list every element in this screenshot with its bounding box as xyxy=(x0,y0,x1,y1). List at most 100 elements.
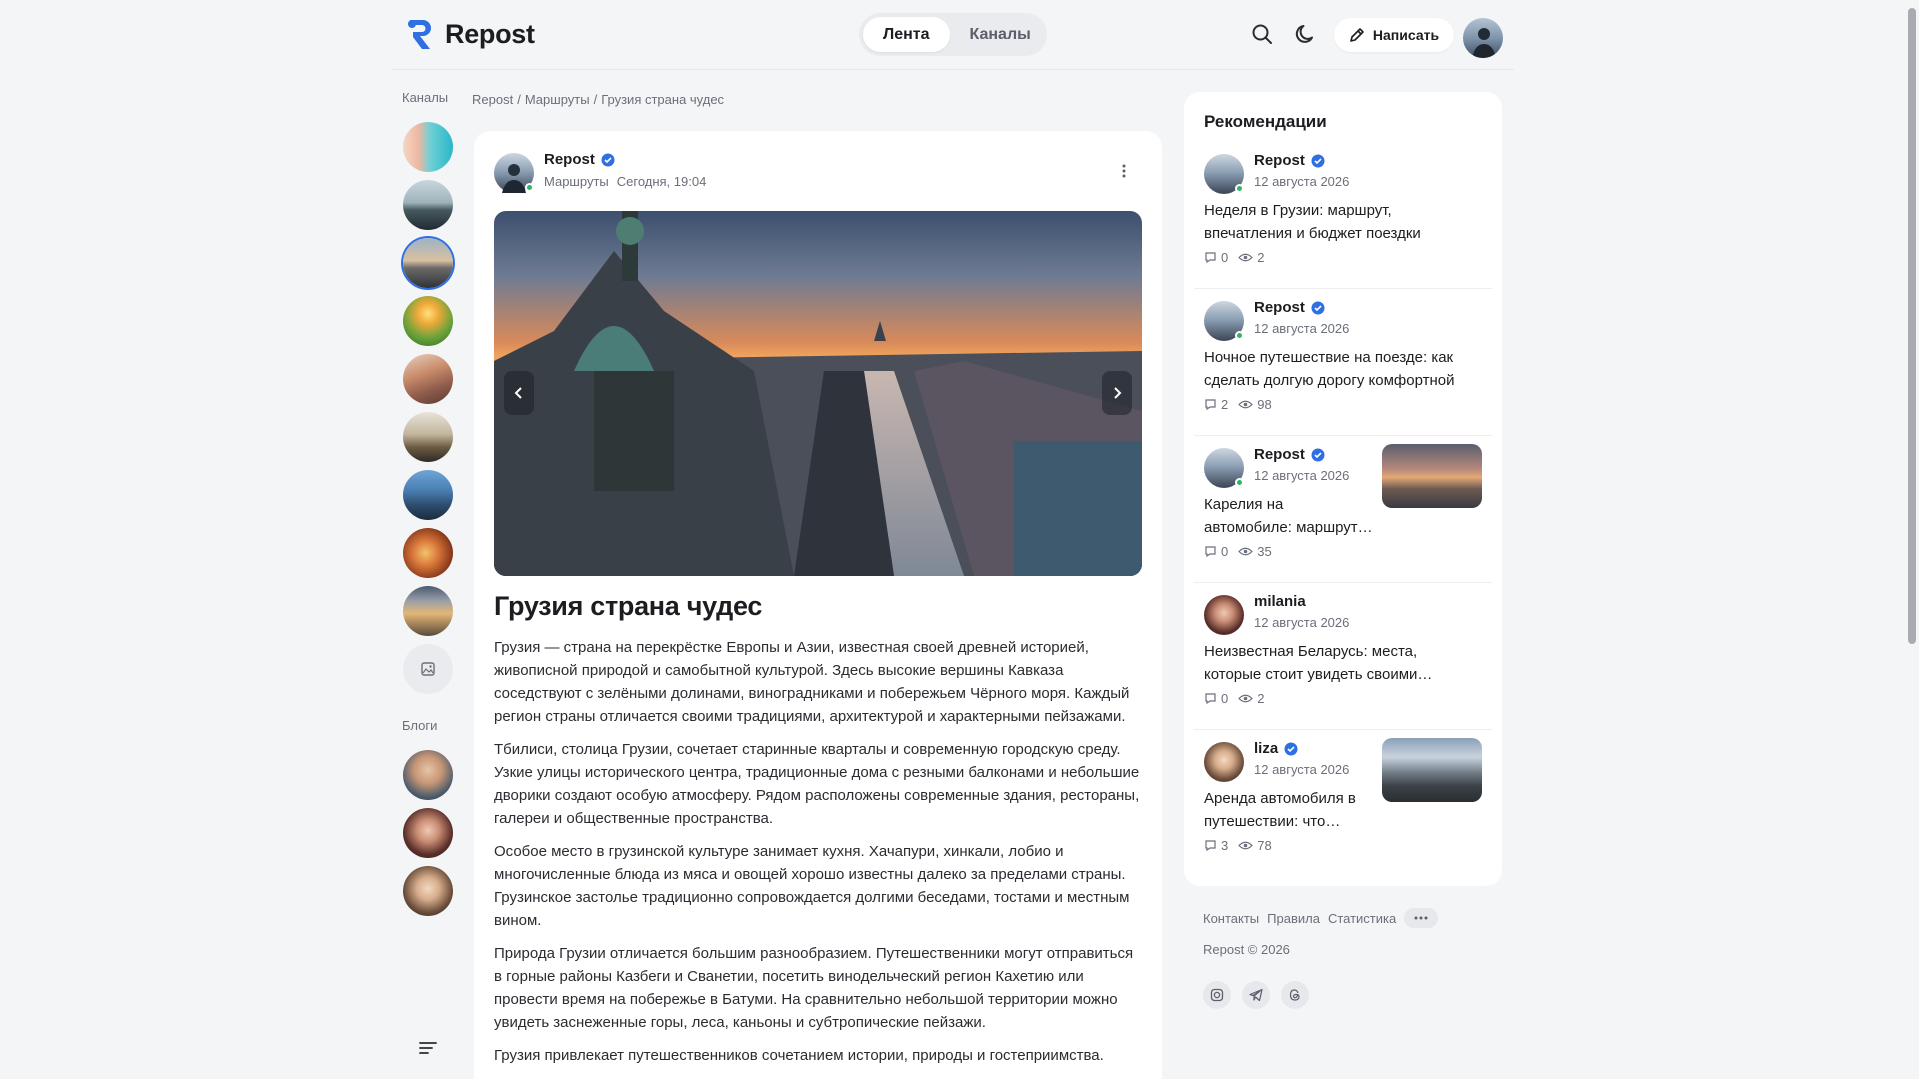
tab-feed[interactable]: Лента xyxy=(863,17,950,52)
rec-title-line: Неделя в Грузии: маршрут, xyxy=(1204,202,1392,219)
recommendations-title: Рекомендации xyxy=(1204,112,1327,131)
post-options-button[interactable] xyxy=(1116,161,1132,181)
logo-icon xyxy=(408,20,431,49)
channel-avatar[interactable] xyxy=(403,296,453,346)
online-indicator xyxy=(1235,184,1244,193)
rec-date: 12 августа 2026 xyxy=(1254,174,1350,189)
menu-button[interactable] xyxy=(416,1038,440,1058)
comment-icon xyxy=(1205,546,1216,558)
page-scrollbar[interactable] xyxy=(1905,0,1919,1079)
rec-author[interactable]: Repost xyxy=(1254,299,1325,316)
rec-date: 12 августа 2026 xyxy=(1254,468,1350,483)
rec-author-avatar[interactable] xyxy=(1204,595,1244,635)
channel-avatar[interactable] xyxy=(403,412,453,462)
rec-title-line: Карелия на xyxy=(1204,496,1284,513)
recommendation-item[interactable]: Repost 12 августа 2026 Ночное путешестви… xyxy=(1194,289,1492,435)
rec-author-name: milania xyxy=(1254,593,1306,610)
rec-stats: 0 2 xyxy=(1204,691,1264,706)
carousel-prev-button[interactable] xyxy=(504,371,534,415)
footer-link-rules[interactable]: Правила xyxy=(1267,911,1320,926)
user-avatar[interactable] xyxy=(1463,18,1503,58)
blog-avatar[interactable] xyxy=(403,808,453,858)
rec-title: Ночное путешествие на поезде: как сделат… xyxy=(1204,346,1455,392)
carousel-next-button[interactable] xyxy=(1102,371,1132,415)
rec-title: Аренда автомобиля в путешествии: что… xyxy=(1204,787,1356,833)
blog-avatar[interactable] xyxy=(403,866,453,916)
channel-avatar[interactable] xyxy=(403,180,453,230)
blog-avatar[interactable] xyxy=(403,750,453,800)
footer-more-button[interactable] xyxy=(1404,908,1439,928)
channels-title: Каналы xyxy=(402,90,449,105)
channel-avatar[interactable] xyxy=(403,354,453,404)
post-category[interactable]: Маршруты xyxy=(544,174,609,189)
logo[interactable]: Repost xyxy=(407,16,535,52)
footer-link-contacts[interactable]: Контакты xyxy=(1203,911,1259,926)
rec-title-line: впечатления и бюджет поездки xyxy=(1204,225,1421,242)
channel-avatar-selected[interactable] xyxy=(403,238,453,288)
online-indicator xyxy=(1235,331,1244,340)
eye-icon xyxy=(1238,841,1254,850)
eye-icon xyxy=(1238,253,1254,262)
rec-title-line: Ночное путешествие на поезде: как xyxy=(1204,349,1454,366)
recommendation-item[interactable]: Repost 12 августа 2026 Карелия на автомо… xyxy=(1194,436,1492,582)
rec-title-line: Аренда автомобиля в xyxy=(1204,790,1356,807)
tab-channels[interactable]: Каналы xyxy=(950,17,1051,52)
footer-link-stats[interactable]: Статистика xyxy=(1328,911,1396,926)
rec-thumbnail[interactable] xyxy=(1382,444,1482,508)
verified-icon xyxy=(601,153,615,166)
recommendations-panel: Рекомендации Repost 12 августа 2026 Неде… xyxy=(1184,92,1502,886)
recommendation-item[interactable]: milania 12 августа 2026 Неизвестная Бела… xyxy=(1194,583,1492,729)
add-channel-button[interactable] xyxy=(403,644,453,694)
rec-author[interactable]: liza xyxy=(1254,740,1298,757)
scrollbar-thumb[interactable] xyxy=(1908,8,1916,644)
more-vertical-icon xyxy=(1122,164,1126,178)
post-meta: Маршруты Сегодня, 19:04 xyxy=(544,174,706,189)
channel-avatar[interactable] xyxy=(403,122,453,172)
channel-avatar[interactable] xyxy=(403,586,453,636)
menu-icon xyxy=(419,1042,437,1054)
breadcrumb-category[interactable]: Маршруты xyxy=(525,92,590,107)
channel-avatar[interactable] xyxy=(403,528,453,578)
rec-author-name: liza xyxy=(1254,740,1279,757)
verified-icon xyxy=(1311,154,1325,167)
telegram-link[interactable] xyxy=(1242,981,1270,1009)
threads-link[interactable] xyxy=(1281,981,1309,1009)
breadcrumb: Repost / Маршруты / Грузия страна чудес xyxy=(472,92,724,107)
post-author[interactable]: Repost xyxy=(544,151,615,168)
post-paragraph: Особое место в грузинской культуре заним… xyxy=(494,843,1130,929)
rec-date: 12 августа 2026 xyxy=(1254,762,1350,777)
online-indicator xyxy=(1235,478,1244,487)
rec-views-count: 98 xyxy=(1257,397,1272,412)
rec-author[interactable]: milania xyxy=(1254,593,1306,610)
rec-comments-count: 3 xyxy=(1221,838,1229,853)
comment-icon xyxy=(1205,252,1216,264)
comment-icon xyxy=(1205,840,1216,852)
footer-links: Контакты Правила Статистика xyxy=(1203,908,1439,928)
rec-author[interactable]: Repost xyxy=(1254,152,1325,169)
more-horizontal-icon xyxy=(1414,916,1428,920)
rec-title-line: автомобиле: маршрут… xyxy=(1204,519,1373,536)
rec-author[interactable]: Repost xyxy=(1254,446,1325,463)
rec-views-count: 35 xyxy=(1257,544,1272,559)
rec-author-name: Repost xyxy=(1254,299,1305,316)
search-button[interactable] xyxy=(1250,22,1274,46)
rec-author-avatar[interactable] xyxy=(1204,742,1244,782)
rec-title-line: которые стоит увидеть своими… xyxy=(1204,666,1433,683)
recommendation-item[interactable]: liza 12 августа 2026 Аренда автомобиля в… xyxy=(1194,730,1492,876)
eye-icon xyxy=(1238,547,1254,556)
recommendation-item[interactable]: Repost 12 августа 2026 Неделя в Грузии: … xyxy=(1194,142,1492,288)
rec-comments-count: 0 xyxy=(1221,544,1229,559)
channel-avatar[interactable] xyxy=(403,470,453,520)
theme-toggle[interactable] xyxy=(1294,22,1318,46)
copyright: Repost © 2026 xyxy=(1203,942,1290,957)
rec-title-line: Неизвестная Беларусь: места, xyxy=(1204,643,1418,660)
rec-comments-count: 0 xyxy=(1221,691,1229,706)
post-body: Грузия — страна на перекрёстке Европы и … xyxy=(494,636,1144,1077)
verified-icon xyxy=(1311,301,1325,314)
breadcrumb-root[interactable]: Repost xyxy=(472,92,513,107)
image-icon xyxy=(421,662,435,676)
write-button[interactable]: Написать xyxy=(1334,18,1454,52)
rec-thumbnail[interactable] xyxy=(1382,738,1482,802)
instagram-link[interactable] xyxy=(1203,981,1231,1009)
post-image-carousel[interactable] xyxy=(494,211,1142,576)
